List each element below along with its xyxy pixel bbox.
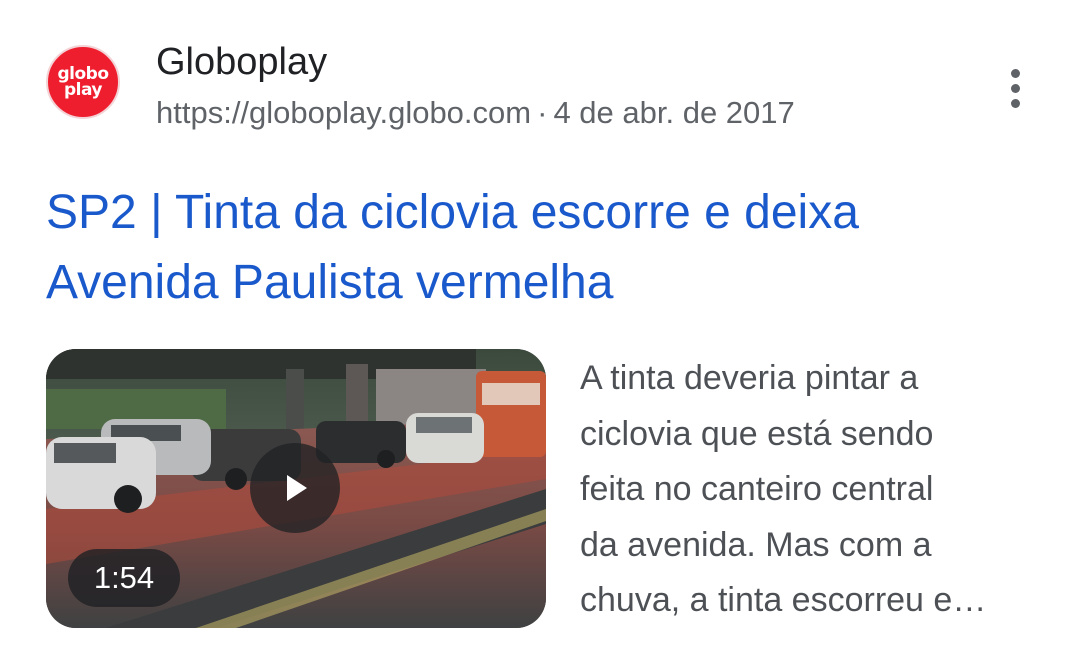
snippet-line: A tinta deveria pintar a (580, 359, 919, 397)
snippet-line: feita no canteiro central (580, 470, 934, 508)
source-url: https://globoplay.globo.com (156, 95, 532, 130)
source-meta: https://globoplay.globo.com · 4 de abr. de… (156, 94, 795, 132)
meta-separator: · (537, 95, 548, 130)
more-dot (1010, 98, 1020, 108)
source-name: Globoplay (156, 41, 328, 83)
play-button[interactable] (250, 443, 340, 533)
video-duration-badge: 1:54 (68, 549, 180, 607)
logo-text-line2: play (63, 80, 103, 100)
video-thumbnail[interactable]: 1:54 (46, 349, 546, 628)
result-source[interactable]: globo play Globoplay https://globoplay.g… (46, 41, 1046, 134)
snippet-line: chuva, a tinta escorreu e… (580, 581, 987, 619)
publish-date: 4 de abr. de 2017 (553, 95, 795, 130)
globoplay-logo: globo play (46, 45, 120, 119)
result-snippet: A tinta deveria pintar a ciclovia que es… (580, 351, 1040, 629)
snippet-line: ciclovia que está sendo (580, 414, 934, 453)
more-dot (1010, 83, 1020, 93)
result-title-link[interactable]: SP2 | Tinta da ciclovia escorre e deixa … (46, 178, 1036, 318)
play-icon (287, 475, 307, 501)
snippet-line: da avenida. Mas com a (580, 525, 932, 564)
more-vert-icon[interactable] (996, 66, 1034, 110)
more-dot (1010, 68, 1020, 78)
search-result-card: globo play Globoplay https://globoplay.g… (0, 0, 1080, 667)
